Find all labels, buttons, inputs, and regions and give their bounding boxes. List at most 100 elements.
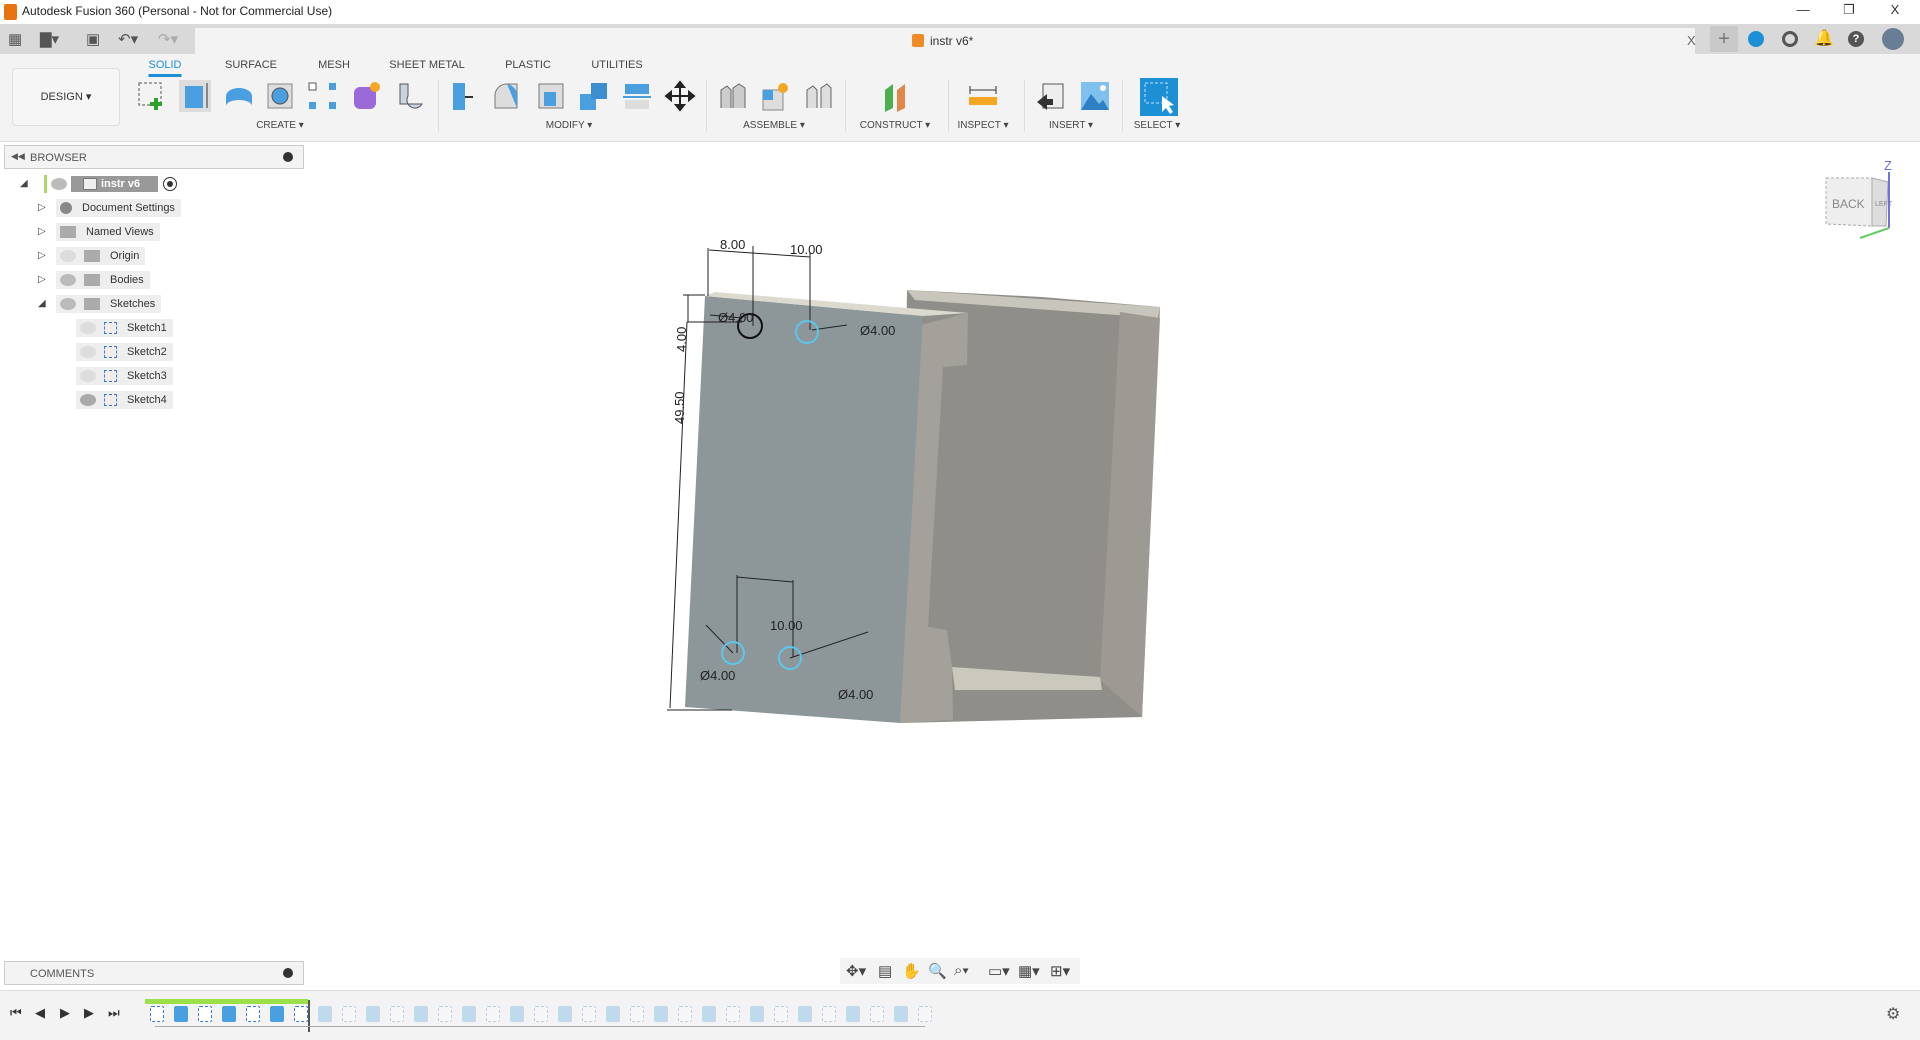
eye-hidden-icon[interactable] (60, 250, 76, 262)
timeline-sketch-feature[interactable] (534, 1006, 548, 1022)
eye-icon[interactable] (80, 394, 96, 406)
dim-4[interactable]: 4.00 (674, 327, 689, 352)
redo-icon[interactable]: ↷▾ (158, 30, 178, 48)
dim-10-top[interactable]: 10.00 (790, 242, 823, 257)
timeline-sketch-feature[interactable] (486, 1006, 500, 1022)
timeline-extrude-feature[interactable] (894, 1006, 908, 1022)
timeline-sketch-feature[interactable] (150, 1006, 164, 1022)
first-step-button[interactable]: ⏮ (10, 1005, 22, 1021)
last-step-button[interactable]: ⏭ (108, 1005, 120, 1021)
browser-item-sketch[interactable]: Sketch4 (76, 390, 173, 410)
dim-dia-1[interactable]: Ø4.00 (718, 310, 753, 325)
expanded-icon[interactable]: ◢ (38, 298, 50, 310)
timeline-sketch-feature[interactable] (246, 1006, 260, 1022)
timeline-sketch-feature[interactable] (678, 1006, 692, 1022)
dim-dia-3[interactable]: Ø4.00 (700, 668, 735, 683)
eye-hidden-icon[interactable] (80, 346, 96, 358)
select-menu[interactable]: SELECT ▾ (1134, 120, 1181, 131)
expand-icon[interactable]: ▷ (38, 202, 50, 214)
timeline-extrude-feature[interactable] (606, 1006, 620, 1022)
dim-49-5[interactable]: 49.50 (672, 391, 687, 424)
timeline-sketch-feature[interactable] (438, 1006, 452, 1022)
timeline-sketch-feature[interactable] (390, 1006, 404, 1022)
orbit-icon[interactable]: ✥▾ (846, 962, 866, 980)
browser-item-sketch[interactable]: Sketch3 (76, 366, 173, 386)
viewports-icon[interactable]: ⊞▾ (1050, 962, 1070, 980)
job-status-icon[interactable] (1782, 31, 1798, 47)
help-icon[interactable]: ? (1848, 31, 1864, 47)
minimize-button[interactable]: — (1788, 2, 1818, 22)
browser-item-bodies[interactable]: ▷ Bodies (38, 270, 150, 290)
fit-icon[interactable]: ⌕▾ (954, 962, 969, 979)
timeline-marker[interactable] (308, 1000, 310, 1032)
workspace-switcher[interactable]: DESIGN ▾ (12, 68, 120, 126)
browser-header[interactable]: ◀◀ BROWSER (4, 145, 304, 169)
eye-icon[interactable] (60, 298, 76, 310)
tab-solid[interactable]: SOLID (148, 59, 182, 77)
timeline-sketch-feature[interactable] (822, 1006, 836, 1022)
timeline-sketch-feature[interactable] (294, 1006, 308, 1022)
document-tab[interactable]: instr v6* X (195, 28, 1696, 54)
file-menu-icon[interactable]: ▇▾ (40, 30, 59, 48)
timeline-sketch-feature[interactable] (726, 1006, 740, 1022)
dim-dia-4[interactable]: Ø4.00 (838, 687, 873, 702)
inspect-menu[interactable]: INSPECT ▾ (958, 120, 1009, 131)
browser-item-sketches[interactable]: ◢ Sketches (38, 294, 162, 314)
eye-icon[interactable] (51, 178, 67, 190)
hole-icon[interactable] (264, 80, 296, 112)
avatar[interactable] (1882, 28, 1904, 50)
undo-icon[interactable]: ↶▾ (118, 30, 138, 48)
timeline-extrude-feature[interactable] (654, 1006, 668, 1022)
viewcube-left[interactable]: LEFT (1875, 201, 1893, 208)
tab-sheet-metal[interactable]: SHEET METAL (389, 59, 464, 71)
browser-options-icon[interactable] (283, 152, 293, 162)
activate-radio[interactable] (163, 177, 178, 191)
timeline-sketch-feature[interactable] (198, 1006, 212, 1022)
timeline-extrude-feature[interactable] (798, 1006, 812, 1022)
viewcube-back[interactable]: BACK (1832, 197, 1865, 211)
derive-icon[interactable] (394, 80, 426, 112)
display-settings-icon[interactable]: ▭▾ (988, 962, 1010, 980)
save-icon[interactable]: ▣ (86, 30, 100, 48)
create-sketch-icon[interactable] (136, 80, 168, 112)
split-body-icon[interactable] (621, 80, 653, 112)
assemble-menu[interactable]: ASSEMBLE ▾ (743, 120, 805, 131)
close-window-button[interactable]: X (1880, 2, 1910, 22)
app-grid-icon[interactable]: ▦ (8, 30, 22, 48)
create-menu[interactable]: CREATE ▾ (256, 120, 304, 131)
notifications-icon[interactable]: 🔔 (1814, 28, 1834, 48)
timeline-sketch-feature[interactable] (774, 1006, 788, 1022)
timeline-extrude-feature[interactable] (750, 1006, 764, 1022)
tab-mesh[interactable]: MESH (318, 59, 350, 71)
look-at-icon[interactable]: ▤ (878, 962, 892, 980)
timeline-sketch-feature[interactable] (582, 1006, 596, 1022)
zoom-icon[interactable]: 🔍 (928, 962, 947, 980)
new-tab-button[interactable]: + (1710, 26, 1738, 52)
dim-10-bottom[interactable]: 10.00 (770, 618, 803, 633)
measure-icon[interactable] (967, 80, 999, 112)
construct-menu[interactable]: CONSTRUCT ▾ (860, 120, 930, 131)
browser-item-sketch[interactable]: Sketch2 (76, 342, 173, 362)
expand-icon[interactable]: ▷ (38, 250, 50, 262)
eye-icon[interactable] (60, 274, 76, 286)
timeline-sketch-feature[interactable] (918, 1006, 932, 1022)
fillet-icon[interactable] (491, 80, 523, 112)
combine-icon[interactable] (578, 80, 610, 112)
close-tab-button[interactable]: X (1687, 33, 1696, 48)
shell-icon[interactable] (535, 80, 567, 112)
tab-utilities[interactable]: UTILITIES (591, 59, 642, 71)
eye-hidden-icon[interactable] (80, 322, 96, 334)
eye-hidden-icon[interactable] (80, 370, 96, 382)
timeline-extrude-feature[interactable] (462, 1006, 476, 1022)
add-comment-icon[interactable] (283, 968, 293, 978)
insert-canvas-icon[interactable] (1079, 80, 1111, 112)
timeline-sketch-feature[interactable] (342, 1006, 356, 1022)
timeline-extrude-feature[interactable] (270, 1006, 284, 1022)
extensions-icon[interactable] (1748, 31, 1764, 47)
dim-8[interactable]: 8.00 (720, 237, 745, 252)
timeline-extrude-feature[interactable] (222, 1006, 236, 1022)
as-built-joint-icon[interactable] (803, 80, 835, 112)
timeline-extrude-feature[interactable] (558, 1006, 572, 1022)
press-pull-icon[interactable] (447, 80, 479, 112)
previous-step-button[interactable]: ◀ (35, 1005, 45, 1021)
